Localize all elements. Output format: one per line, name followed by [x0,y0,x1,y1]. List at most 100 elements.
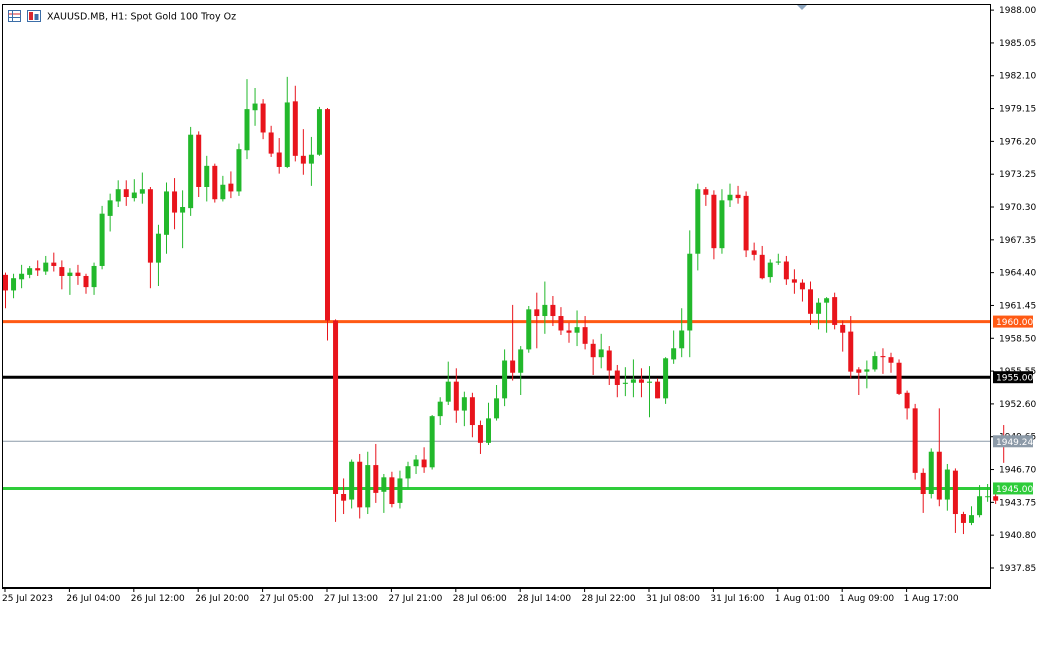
candle-body [236,149,242,192]
candle-body [985,496,991,498]
candle-body [268,132,274,154]
candle-body [574,327,580,333]
candle-body [864,369,870,372]
candle-bullish [188,126,194,216]
candle-body [711,194,717,249]
time-tick-label: 1 Aug 17:00 [904,594,959,604]
candle-body [494,398,500,419]
candle-bearish [212,163,218,203]
candle-body [357,461,363,508]
candle-body [655,381,661,399]
candle-body [993,496,999,501]
candle-body [743,195,749,251]
candle-body [51,262,57,266]
candle-body [832,297,838,325]
symbol-title: XAUUSD.MB, H1: Spot Gold 100 Troy Oz [47,12,236,23]
candle-body [123,189,129,197]
chart-window-icon[interactable] [27,10,41,22]
table-icon[interactable] [8,10,21,22]
candle-body [614,370,620,385]
candle-body [172,191,178,213]
price-tick-label: 1982.10 [999,72,1036,82]
candle-bullish [663,357,669,404]
time-tick-label: 26 Jul 20:00 [195,594,249,604]
candle-body [518,349,524,373]
candle-body [783,261,789,280]
candle-body [759,254,765,279]
candle-body [558,316,564,331]
candle-body [638,379,644,383]
candle-body [180,207,186,213]
price-tick-label: 1976.20 [999,137,1036,147]
candle-body [139,189,145,194]
candle-body [107,200,113,216]
candle-body [816,302,822,314]
candle-body [888,357,894,363]
time-tick-label: 28 Jul 22:00 [582,594,636,604]
candle-body [647,381,652,383]
candle-body [872,356,878,370]
price-tick-label: 1979.15 [999,105,1036,115]
candle-body [333,320,339,495]
candle-body [719,200,725,249]
candle-body [405,466,411,479]
candle-body [896,362,902,394]
price-tick-label: 1973.25 [999,170,1036,180]
candle-body [43,262,49,272]
candle-body [542,304,548,317]
price-line-label: 1955.00 [996,374,1033,384]
candle-bullish [99,205,105,270]
candle-body [598,349,604,358]
candle-body [687,253,693,331]
candle-body [606,350,612,371]
candle-body [936,451,942,500]
price-tick-label: 1943.75 [999,498,1036,508]
candle-body [727,194,733,201]
candle-body [550,304,556,317]
candle-body [735,194,741,199]
chart-background [0,0,1045,672]
candle-body [188,134,194,209]
price-tick-label: 1937.85 [999,564,1036,574]
price-tick-label: 1958.50 [999,334,1036,344]
candle-body [912,408,918,473]
candle-body [856,369,862,373]
candle-body [928,451,934,495]
candle-body [671,348,677,360]
price-tick-label: 1964.40 [999,269,1036,279]
candle-body [67,272,73,276]
candle-bearish [325,108,330,341]
candle-body [791,279,797,283]
candle-body [397,478,403,503]
candle-body [977,496,983,516]
candle-body [799,282,805,290]
candle-body [260,103,266,133]
price-tick-label: 1946.70 [999,466,1036,476]
candle-body [3,274,8,291]
candle-body [477,425,483,443]
candle-body [413,459,419,467]
candle-body [252,103,258,111]
candle-body [325,109,330,321]
price-tick-label: 1970.30 [999,203,1036,213]
candle-body [316,109,322,155]
price-tick-label: 1961.45 [999,301,1036,311]
candle-body [904,392,910,409]
candle-body [292,101,298,156]
candle-body [526,309,532,350]
candle-body [582,327,588,344]
time-tick-label: 31 Jul 16:00 [710,594,764,604]
chart-canvas[interactable]: XAUUSD.MB, H1: Spot Gold 100 Troy Oz 198… [0,0,1045,672]
candle-body [300,155,306,164]
candle-body [99,213,105,266]
time-tick-label: 26 Jul 04:00 [66,594,120,604]
price-tick-label: 1967.35 [999,236,1036,246]
candle-body [534,309,540,317]
price-line-label: 1960.00 [996,318,1033,328]
candle-bearish [333,319,339,522]
candle-body [349,461,355,500]
candle-body [461,397,467,411]
candle-body [308,154,314,164]
candle-body [630,379,636,383]
candle-body [59,267,65,276]
